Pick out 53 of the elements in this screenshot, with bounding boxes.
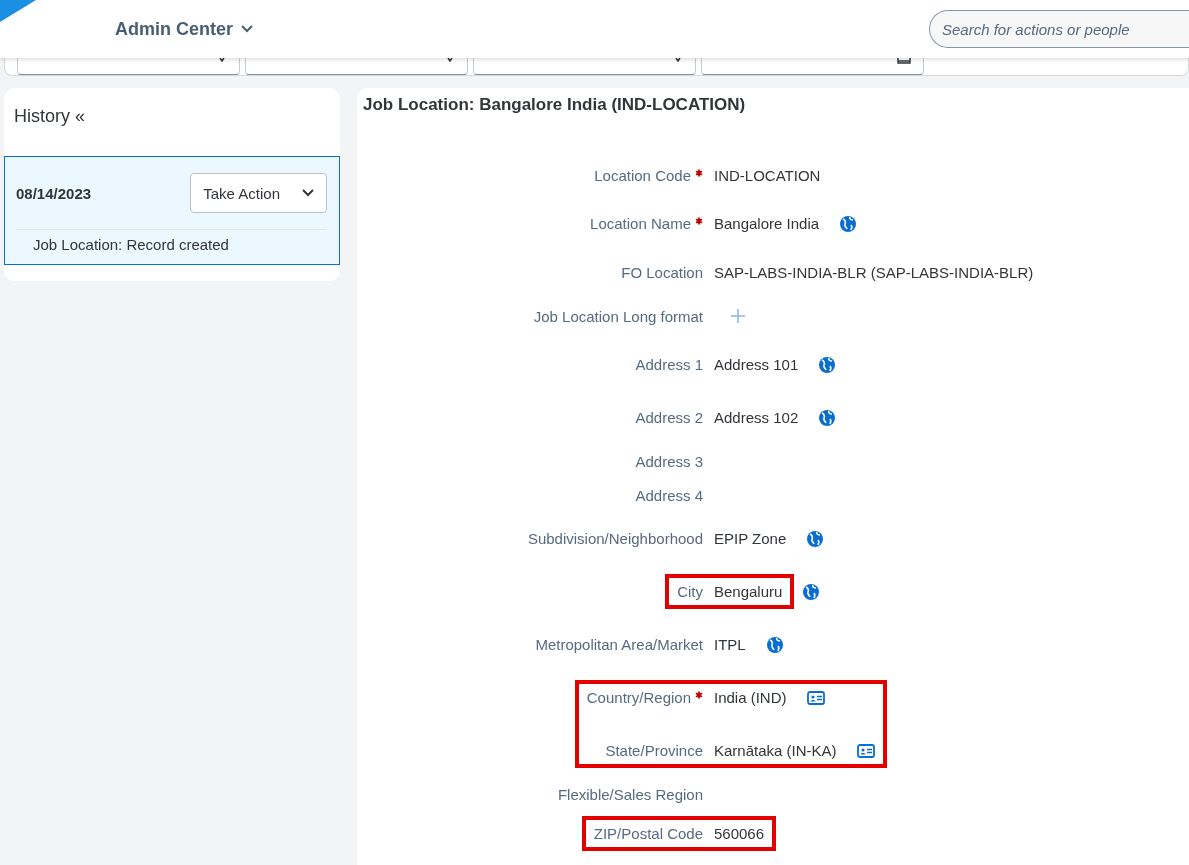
filter-field[interactable] (17, 58, 240, 75)
caret-icon (445, 58, 455, 62)
caret-icon (673, 58, 683, 62)
logo-icon[interactable] (0, 0, 36, 22)
field-label: Job Location Long format (533, 307, 703, 325)
field-value: Address 101 (714, 356, 799, 373)
field-label: Subdivision/Neighborhood (527, 530, 703, 547)
globe-icon[interactable] (802, 582, 821, 601)
field-label: FO Location (621, 263, 703, 281)
field-label: Flexible/Sales Region (557, 785, 703, 803)
field-value: SAP-LABS-INDIA-BLR (SAP-LABS-INDIA-BLR) (714, 263, 1034, 281)
take-action-button[interactable]: Take Action (190, 173, 327, 213)
field-label: State/Province (605, 742, 703, 759)
field-value: India (IND) (714, 689, 787, 706)
field-value: Address 102 (714, 409, 799, 426)
field-label: Address 4 (635, 486, 703, 504)
entry-note: Job Location: Record created (32, 235, 230, 255)
field-label: Address 3 (635, 452, 703, 470)
filter-field[interactable] (701, 58, 924, 75)
field-value: Karnātaka (IN-KA) (714, 742, 837, 759)
field-label: Location Code (594, 166, 691, 184)
chevron-icon (241, 25, 253, 33)
field-label: Address 2 (635, 409, 703, 426)
globe-icon[interactable] (839, 214, 858, 233)
app-title[interactable]: Admin Center (115, 18, 253, 40)
globe-icon[interactable] (818, 408, 837, 427)
field-value: ITPL (714, 636, 746, 653)
chevron-icon (302, 189, 314, 197)
globe-icon[interactable] (765, 635, 784, 654)
field-value: 560066 (714, 824, 765, 842)
field-label: Country/Region (586, 689, 691, 706)
field-label: ZIP/Postal Code (593, 824, 703, 842)
record-title: Job Location: Bangalore India (IND-LOCATION) (363, 95, 747, 115)
field-value: EPIP Zone (714, 530, 787, 547)
id-card-icon[interactable] (806, 690, 825, 705)
field-label: City (677, 583, 703, 600)
filter-field[interactable] (473, 58, 696, 75)
history-entry[interactable]: 08/14/2023 Take Action Job Location: Record created (4, 156, 340, 265)
calendar-icon (897, 58, 911, 64)
globe-icon[interactable] (818, 355, 837, 374)
field-label: Metropolitan Area/Market (535, 636, 703, 653)
field-label: Location Name (590, 215, 691, 232)
entry-date: 08/14/2023 (16, 184, 92, 202)
filter-field[interactable] (245, 58, 468, 75)
globe-icon[interactable] (806, 529, 825, 548)
history-title[interactable]: History « (4, 106, 340, 156)
field-value: Bangalore India (714, 215, 820, 232)
caret-icon (217, 58, 227, 62)
field-value: IND-LOCATION (714, 166, 821, 184)
search-field[interactable]: Search for actions or people (929, 10, 1189, 48)
field-label: Address 1 (635, 356, 703, 373)
field-value: Bengaluru (714, 583, 783, 600)
id-card-icon[interactable] (856, 743, 875, 758)
